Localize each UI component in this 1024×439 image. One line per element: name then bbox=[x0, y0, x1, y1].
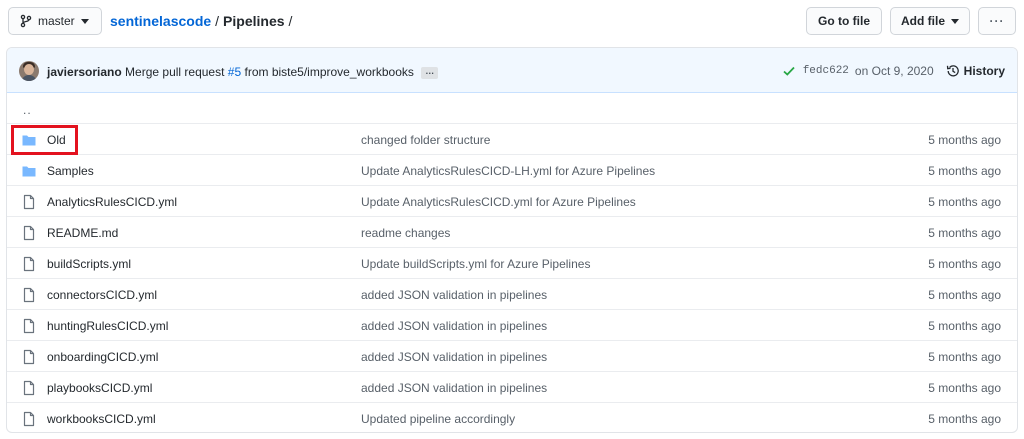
kebab-horizontal-icon: ··· bbox=[989, 14, 1005, 28]
commit-message-link[interactable]: changed folder structure bbox=[361, 133, 490, 147]
commit-message-link[interactable]: Updated pipeline accordingly bbox=[361, 412, 515, 426]
add-file-button[interactable]: Add file bbox=[890, 7, 970, 35]
file-name-link[interactable]: onboardingCICD.yml bbox=[47, 350, 158, 364]
breadcrumb-separator: / bbox=[288, 13, 293, 29]
add-file-label: Add file bbox=[901, 14, 945, 28]
commit-message: javiersoriano Merge pull request #5 from… bbox=[47, 65, 439, 79]
history-link[interactable]: History bbox=[946, 64, 1005, 78]
file-name-link[interactable]: Old bbox=[47, 133, 66, 147]
file-list: Old changed folder structure 5 months ag… bbox=[7, 123, 1017, 432]
file-row[interactable]: Samples Update AnalyticsRulesCICD-LH.yml… bbox=[7, 154, 1017, 185]
file-icon bbox=[21, 380, 37, 396]
file-icon bbox=[21, 256, 37, 272]
file-row[interactable]: connectorsCICD.yml added JSON validation… bbox=[7, 278, 1017, 309]
history-icon bbox=[946, 65, 959, 77]
commit-date: on Oct 9, 2020 bbox=[854, 64, 934, 78]
commit-message-link[interactable]: Update buildScripts.yml for Azure Pipeli… bbox=[361, 257, 590, 271]
file-name-link[interactable]: connectorsCICD.yml bbox=[47, 288, 157, 302]
file-row[interactable]: AnalyticsRulesCICD.yml Update AnalyticsR… bbox=[7, 185, 1017, 216]
branch-name: master bbox=[38, 14, 75, 28]
last-updated-time: 5 months ago bbox=[928, 257, 1001, 271]
breadcrumb-repo-link[interactable]: sentinelascode bbox=[110, 13, 211, 29]
file-row[interactable]: playbooksCICD.yml added JSON validation … bbox=[7, 371, 1017, 402]
go-to-file-label: Go to file bbox=[818, 14, 870, 28]
file-name-link[interactable]: README.md bbox=[47, 226, 118, 240]
breadcrumb-separator: / bbox=[215, 13, 220, 29]
commit-message-link[interactable]: added JSON validation in pipelines bbox=[361, 288, 547, 302]
file-icon bbox=[21, 411, 37, 427]
folder-icon bbox=[21, 163, 37, 179]
last-updated-time: 5 months ago bbox=[928, 164, 1001, 178]
file-name-link[interactable]: buildScripts.yml bbox=[47, 257, 131, 271]
commit-author-link[interactable]: javiersoriano bbox=[47, 65, 122, 79]
file-browser: javiersoriano Merge pull request #5 from… bbox=[6, 47, 1018, 433]
file-row[interactable]: onboardingCICD.yml added JSON validation… bbox=[7, 340, 1017, 371]
file-row[interactable]: Old changed folder structure 5 months ag… bbox=[7, 123, 1017, 154]
commit-message-link[interactable]: readme changes bbox=[361, 226, 450, 240]
last-updated-time: 5 months ago bbox=[928, 288, 1001, 302]
commit-message-link[interactable]: added JSON validation in pipelines bbox=[361, 350, 547, 364]
file-icon bbox=[21, 194, 37, 210]
go-to-file-button[interactable]: Go to file bbox=[806, 7, 882, 35]
commit-message-link[interactable]: Update AnalyticsRulesCICD.yml for Azure … bbox=[361, 195, 636, 209]
file-name-link[interactable]: AnalyticsRulesCICD.yml bbox=[47, 195, 177, 209]
file-name-link[interactable]: huntingRulesCICD.yml bbox=[47, 319, 168, 333]
more-options-button[interactable]: ··· bbox=[978, 7, 1016, 35]
file-name-link[interactable]: Samples bbox=[47, 164, 94, 178]
last-updated-time: 5 months ago bbox=[928, 412, 1001, 426]
last-updated-time: 5 months ago bbox=[928, 319, 1001, 333]
commit-sha-link[interactable]: fedc622 bbox=[803, 65, 849, 77]
file-icon bbox=[21, 287, 37, 303]
last-updated-time: 5 months ago bbox=[928, 195, 1001, 209]
file-icon bbox=[21, 349, 37, 365]
check-icon[interactable] bbox=[783, 66, 795, 76]
folder-icon bbox=[21, 132, 37, 148]
file-icon bbox=[21, 225, 37, 241]
commit-message-link[interactable]: added JSON validation in pipelines bbox=[361, 381, 547, 395]
avatar[interactable] bbox=[19, 61, 39, 81]
latest-commit-bar: javiersoriano Merge pull request #5 from… bbox=[7, 48, 1017, 93]
file-name-link[interactable]: playbooksCICD.yml bbox=[47, 381, 152, 395]
last-updated-time: 5 months ago bbox=[928, 226, 1001, 240]
commit-meta: fedc622 on Oct 9, 2020 History bbox=[783, 64, 1005, 78]
commit-message-link[interactable]: Update AnalyticsRulesCICD-LH.yml for Azu… bbox=[361, 164, 655, 178]
parent-directory-link[interactable]: .. bbox=[23, 103, 32, 117]
last-updated-time: 5 months ago bbox=[928, 381, 1001, 395]
commit-message-suffix[interactable]: from biste5/improve_workbooks bbox=[244, 65, 413, 79]
commit-message-link[interactable]: added JSON validation in pipelines bbox=[361, 319, 547, 333]
file-row[interactable]: README.md readme changes 5 months ago bbox=[7, 216, 1017, 247]
file-name-link[interactable]: workbooksCICD.yml bbox=[47, 412, 156, 426]
history-label: History bbox=[963, 64, 1005, 78]
last-updated-time: 5 months ago bbox=[928, 350, 1001, 364]
file-row[interactable]: huntingRulesCICD.yml added JSON validati… bbox=[7, 309, 1017, 340]
file-row[interactable]: buildScripts.yml Update buildScripts.yml… bbox=[7, 247, 1017, 278]
caret-down-icon bbox=[80, 18, 89, 24]
breadcrumb-current-folder: Pipelines bbox=[223, 13, 285, 29]
expand-commit-message-button[interactable]: … bbox=[421, 66, 439, 79]
breadcrumb: sentinelascode / Pipelines / bbox=[110, 13, 296, 29]
repo-toolbar: master sentinelascode / Pipelines / Go to f… bbox=[0, 0, 1024, 44]
pull-request-link[interactable]: #5 bbox=[228, 65, 241, 79]
git-branch-icon bbox=[20, 14, 32, 28]
file-icon bbox=[21, 318, 37, 334]
last-updated-time: 5 months ago bbox=[928, 133, 1001, 147]
commit-message-prefix[interactable]: Merge pull request bbox=[125, 65, 224, 79]
parent-directory-row[interactable]: .. bbox=[7, 93, 1017, 123]
caret-down-icon bbox=[951, 18, 959, 24]
branch-selector-button[interactable]: master bbox=[8, 7, 102, 35]
file-row[interactable]: workbooksCICD.yml Updated pipeline accor… bbox=[7, 402, 1017, 432]
